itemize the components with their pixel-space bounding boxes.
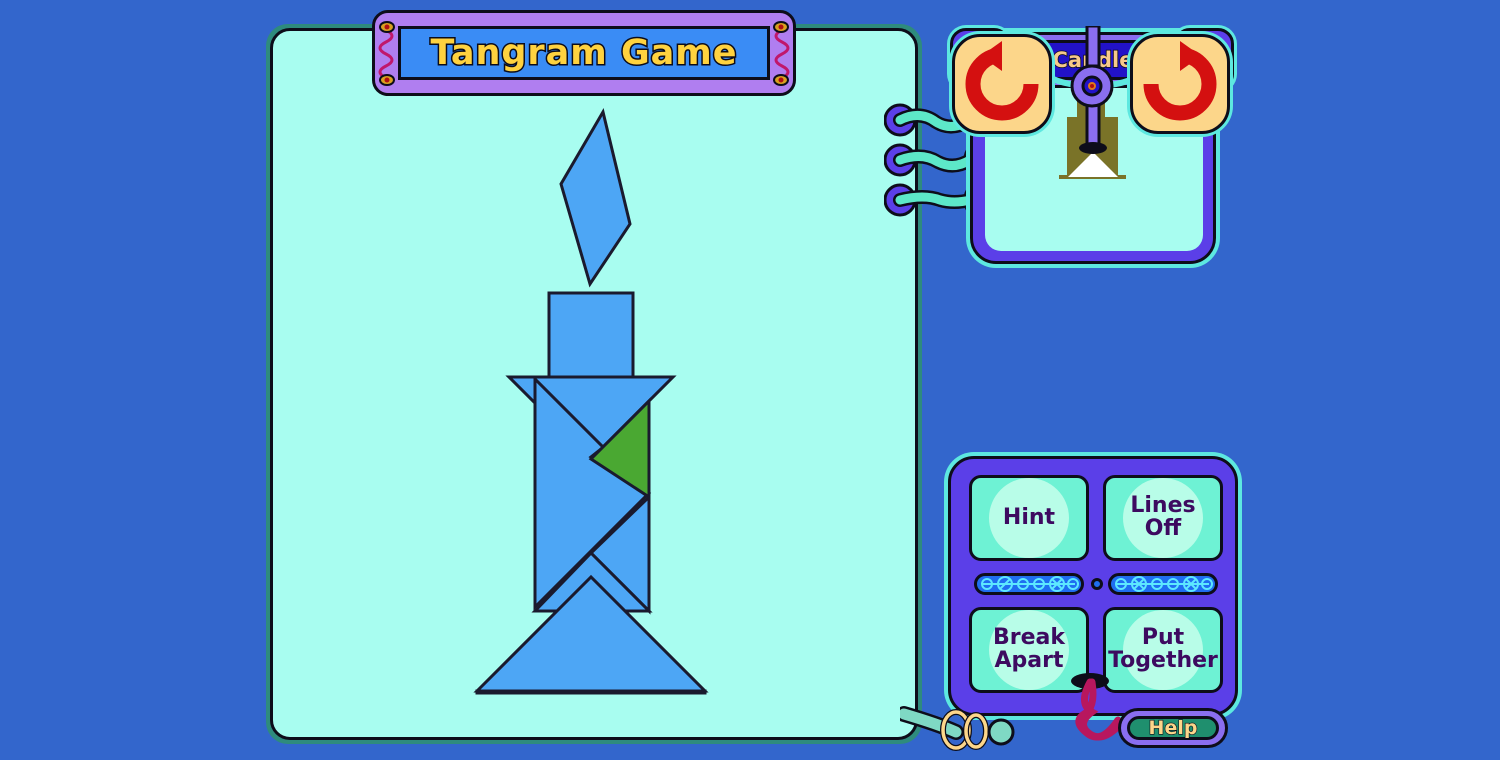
put-together-label: Put Together [1108,625,1218,673]
title-inner-plate: Tangram Game [398,26,770,80]
break-apart-button[interactable]: Break Apart [969,607,1089,693]
chain-decoration-right [1108,573,1218,595]
chain-decoration-left [974,573,1084,595]
tangram-pieces [473,108,709,695]
page-title: Tangram Game [429,32,738,75]
break-apart-label: Break Apart [992,625,1065,673]
hint-button-label: Hint [1002,504,1056,530]
title-banner: Tangram Game [372,10,796,96]
rotate-clockwise-button[interactable] [1130,34,1230,134]
put-together-button[interactable]: Put Together [1103,607,1223,693]
silhouette-ground [1059,177,1126,179]
piece-base-skirt [475,689,707,695]
lines-toggle-button[interactable]: Lines Off [1103,475,1223,561]
chain-links-left-icon [981,576,1079,592]
rotate-right-icon [1143,41,1217,121]
chain-center-dot [1091,578,1103,590]
rotate-left-icon [965,41,1039,121]
hub-icon [1070,64,1114,108]
lines-toggle-label: Lines Off [1130,493,1196,541]
help-button[interactable]: Help [1118,708,1228,748]
rotate-counter-clockwise-button[interactable] [952,34,1052,134]
help-button-label: Help [1148,716,1198,739]
piece-parallelogram-flame [559,108,632,288]
help-button-face: Help [1127,716,1219,740]
game-screen: Tangram Game Candle Hint Lines Off Break… [0,0,1500,760]
chain-links-right-icon [1115,576,1213,592]
hint-button[interactable]: Hint [969,475,1089,561]
action-panel: Hint Lines Off Break Apart Put Together [948,456,1238,716]
rotate-hub [1064,58,1120,114]
piece-large-triangle-base [473,574,709,693]
control-panel: Candle Hint Lines Off Break Apart Put To… [948,26,1238,716]
piece-square [547,291,635,379]
board-surface[interactable] [270,28,918,740]
game-board [266,24,922,744]
